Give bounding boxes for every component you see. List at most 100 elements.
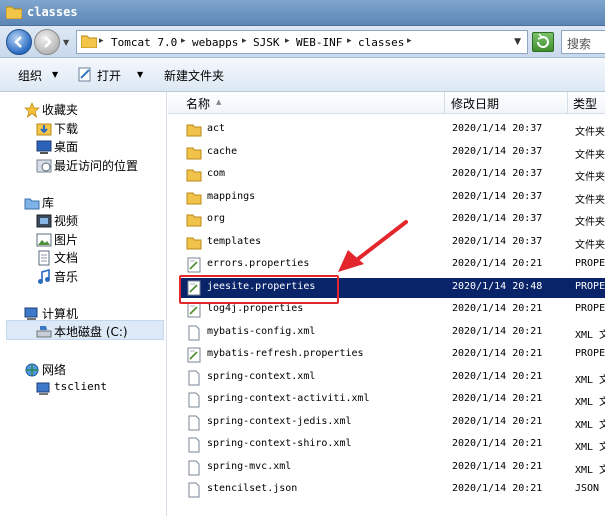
file-date: 2020/1/14 20:21 <box>452 348 543 359</box>
breadcrumb-item[interactable]: classes <box>358 36 404 49</box>
file-name: spring-context-activiti.xml <box>207 393 370 404</box>
file-name: mappings <box>207 190 256 202</box>
file-row[interactable]: spring-mvc.xml 2020/1/14 20:21 XML 文 <box>180 458 605 478</box>
sort-ascending-icon: ▲ <box>216 98 222 106</box>
file-icon <box>188 415 200 430</box>
forward-button[interactable] <box>34 29 60 55</box>
search-input[interactable]: 搜索 <box>561 30 605 54</box>
file-type: 文件夹 <box>575 127 605 138</box>
sidebar-item-label: 桌面 <box>54 140 79 154</box>
file-icon <box>188 370 200 385</box>
file-row[interactable]: mappings 2020/1/14 20:37 文件夹 <box>180 188 605 208</box>
file-name: spring-context.xml <box>207 370 316 382</box>
sidebar-item-label: 本地磁盘 (C:) <box>54 325 128 339</box>
file-date: 2020/1/14 20:21 <box>452 438 543 449</box>
file-type: XML 文 <box>575 442 605 453</box>
breadcrumb-item[interactable]: WEB-INF <box>296 36 342 49</box>
breadcrumb-item[interactable]: webapps <box>192 36 238 49</box>
file-row[interactable]: spring-context-shiro.xml 2020/1/14 20:21 X… <box>180 435 605 455</box>
folder-icon <box>186 124 202 137</box>
properties-file-icon <box>187 257 201 273</box>
file-date: 2020/1/14 20:37 <box>452 123 543 134</box>
file-name: org <box>207 213 226 224</box>
file-date: 2020/1/14 20:21 <box>452 483 543 494</box>
folder-icon <box>186 169 202 182</box>
new-folder-button[interactable]: 新建文件夹 <box>164 67 224 84</box>
breadcrumb-item[interactable]: SJSK <box>253 36 280 49</box>
file-icon-wrap <box>186 460 202 479</box>
chevron-right-icon[interactable]: ▸ <box>347 36 352 46</box>
file-icon <box>188 460 200 475</box>
file-icon-wrap <box>186 325 202 344</box>
chevron-right-icon[interactable]: ▸ <box>242 36 247 46</box>
file-date: 2020/1/14 20:21 <box>452 370 543 382</box>
file-row[interactable]: spring-context-jedis.xml 2020/1/14 20:21 X… <box>180 413 605 433</box>
chevron-down-icon[interactable]: ▼ <box>137 70 143 79</box>
forward-arrow-icon <box>44 36 52 48</box>
download-icon <box>36 123 52 136</box>
library-icon <box>24 198 40 210</box>
refresh-icon <box>536 33 549 49</box>
file-row[interactable]: spring-context-activiti.xml 2020/1/14 20:… <box>180 390 605 410</box>
file-icon-wrap <box>186 167 202 186</box>
file-date: 2020/1/14 20:37 <box>452 190 543 202</box>
sidebar-item-label: 视频 <box>54 214 79 228</box>
file-row[interactable]: stencilset.json 2020/1/14 20:21 JSON <box>180 480 605 500</box>
file-name: spring-context-jedis.xml <box>207 415 352 427</box>
breadcrumb-item[interactable]: Tomcat 7.0 <box>111 36 177 49</box>
file-type: XML 文 <box>575 419 605 431</box>
title-bar: classes <box>0 0 605 26</box>
sidebar-item-label: 音乐 <box>54 270 79 284</box>
chevron-right-icon[interactable]: ▸ <box>285 36 290 46</box>
column-divider[interactable] <box>444 92 445 114</box>
folder-icon <box>186 192 202 204</box>
back-button[interactable] <box>6 29 32 55</box>
file-row[interactable]: mybatis-refresh.properties 2020/1/14 20:2… <box>180 345 605 365</box>
organize-button[interactable]: 组织 <box>18 67 42 84</box>
column-modified[interactable]: 修改日期 <box>451 95 499 112</box>
file-date: 2020/1/14 20:48 <box>452 280 543 292</box>
picture-icon <box>36 233 52 247</box>
file-type: 文件夹 <box>575 172 605 183</box>
folder-icon <box>81 35 97 48</box>
file-row[interactable]: com 2020/1/14 20:37 文件夹 <box>180 165 605 185</box>
annotation-arrow-icon <box>338 220 408 272</box>
chevron-right-icon[interactable]: ▸ <box>407 36 412 46</box>
hard-drive-icon <box>36 326 52 338</box>
sidebar-item-label: 文档 <box>54 251 79 265</box>
annotation-highlight-box <box>179 275 339 304</box>
file-icon-wrap <box>186 437 202 456</box>
breadcrumb[interactable]: ▸ Tomcat 7.0 ▸ webapps ▸ SJSK ▸ WEB-INF … <box>76 30 528 54</box>
column-name[interactable]: 名称 <box>186 95 210 112</box>
open-button[interactable]: 打开 <box>97 67 121 84</box>
file-icon-wrap <box>186 370 202 389</box>
recent-places-icon <box>36 159 52 173</box>
network-icon <box>25 363 39 377</box>
file-icon-wrap <box>186 347 202 366</box>
sidebar-item-label: 收藏夹 <box>42 103 79 117</box>
navigation-pane: 收藏夹 下载 桌面 最近访问的位置 库 视频 图片 文档 音乐 计算机 本地磁盘… <box>0 92 167 516</box>
column-type[interactable]: 类型 <box>573 95 597 112</box>
file-type: PROPE <box>575 280 605 292</box>
file-date: 2020/1/14 20:21 <box>452 325 543 337</box>
file-name: mybatis-refresh.properties <box>207 348 364 359</box>
recent-pages-dropdown[interactable]: ▼ <box>63 38 69 47</box>
file-icon-wrap <box>186 482 202 501</box>
folder-icon <box>186 147 202 159</box>
column-divider[interactable] <box>567 92 568 114</box>
file-type: 文件夹 <box>575 217 605 228</box>
address-dropdown[interactable]: ▼ <box>514 37 521 47</box>
file-type: XML 文 <box>575 464 605 476</box>
computer-icon <box>36 382 50 395</box>
sidebar-item-label: 图片 <box>54 233 79 247</box>
file-row[interactable]: cache 2020/1/14 20:37 文件夹 <box>180 143 605 163</box>
command-bar: 组织 ▼ 打开 ▼ 新建文件夹 <box>0 58 605 92</box>
chevron-right-icon[interactable]: ▸ <box>99 36 104 46</box>
refresh-button[interactable] <box>532 32 554 52</box>
file-row[interactable]: spring-context.xml 2020/1/14 20:21 XML 文 <box>180 368 605 388</box>
chevron-right-icon[interactable]: ▸ <box>181 36 186 46</box>
file-row[interactable]: mybatis-config.xml 2020/1/14 20:21 XML 文 <box>180 323 605 343</box>
file-icon-wrap <box>186 302 202 321</box>
file-row[interactable]: act 2020/1/14 20:37 文件夹 <box>180 120 605 140</box>
chevron-down-icon[interactable]: ▼ <box>52 70 58 79</box>
